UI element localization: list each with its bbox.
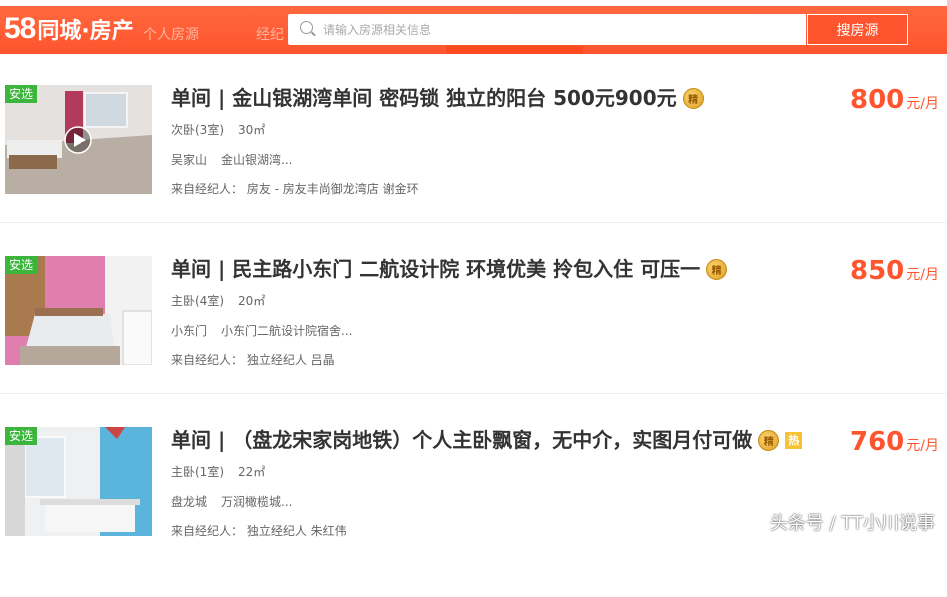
listing-title-row: 单间 | （盘龙宋家岗地铁）个人主卧飘窗，无中介，实图月付可做 精 热 <box>171 427 803 453</box>
search-icon <box>300 21 313 34</box>
community-link[interactable]: 小东门二航设计院宿舍... <box>221 324 352 338</box>
source-watermark: 头条号 / TT小川说事 <box>769 513 935 534</box>
listing-room-info: 主卧(4室) 20㎡ <box>171 292 265 309</box>
premium-medal-icon: 精 <box>706 258 728 280</box>
price-unit: 元/月 <box>906 96 939 112</box>
active-tab-indicator <box>446 46 583 54</box>
district-link[interactable]: 小东门 <box>171 324 207 338</box>
room-type: 次卧(3室) <box>171 123 224 137</box>
listing-divider <box>0 222 947 223</box>
listing-location: 吴家山 金山银湖湾... <box>171 151 292 168</box>
room-type: 主卧(1室) <box>171 465 224 479</box>
price-unit: 元/月 <box>906 438 939 454</box>
logo-text: 同城·房产 <box>37 19 134 44</box>
listing-title-row: 单间 | 民主路小东门 二航设计院 环境优美 拎包入住 可压一 精 <box>171 256 728 282</box>
listing-title[interactable]: 单间 | 金山银湖湾单间 密码锁 独立的阳台 500元900元 <box>171 85 677 111</box>
premium-medal-icon: 精 <box>682 87 704 109</box>
search-button[interactable]: 搜房源 <box>807 14 908 45</box>
listing-divider <box>0 393 947 394</box>
community-link[interactable]: 万润橄榄城... <box>221 495 292 509</box>
nav-personal-listings[interactable]: 个人房源 <box>143 24 199 44</box>
price-unit: 元/月 <box>906 267 939 283</box>
listing-item[interactable]: 安选 单间 | 金山银湖湾单间 密码锁 独立的阳台 500元900元 精 次卧(… <box>0 85 947 255</box>
premium-medal-icon: 精 <box>758 429 780 451</box>
price-value: 800 <box>850 85 905 115</box>
verified-badge: 安选 <box>5 256 38 274</box>
site-logo[interactable]: 58 同城·房产 <box>4 12 134 48</box>
district-link[interactable]: 吴家山 <box>171 153 207 167</box>
listing-location: 小东门 小东门二航设计院宿舍... <box>171 322 352 339</box>
price-value: 850 <box>850 256 905 286</box>
search-input[interactable] <box>323 14 793 45</box>
listing-agent: 来自经纪人： 房友 - 房友丰尚御龙湾店 谢金环 <box>171 182 419 196</box>
room-area: 20㎡ <box>238 294 266 308</box>
logo-number: 58 <box>4 12 36 45</box>
room-area: 30㎡ <box>238 123 266 137</box>
room-area: 22㎡ <box>238 465 266 479</box>
listing-agent: 来自经纪人： 独立经纪人 吕晶 <box>171 353 335 367</box>
listing-title[interactable]: 单间 | 民主路小东门 二航设计院 环境优美 拎包入住 可压一 <box>171 256 700 282</box>
hot-badge-icon: 热 <box>785 431 803 449</box>
listing-price: 800 元/月 <box>850 85 939 115</box>
site-header: 58 同城·房产 个人房源 经纪 搜房源 <box>0 0 947 54</box>
listing-price: 850 元/月 <box>850 256 939 286</box>
nav-agents[interactable]: 经纪 <box>256 24 284 44</box>
price-value: 760 <box>850 427 905 457</box>
listing-item[interactable]: 安选 单间 | 民主路小东门 二航设计院 环境优美 拎包入住 可压一 精 主卧(… <box>0 256 947 426</box>
listing-title[interactable]: 单间 | （盘龙宋家岗地铁）个人主卧飘窗，无中介，实图月付可做 <box>171 427 752 453</box>
listing-price: 760 元/月 <box>850 427 939 457</box>
listing-room-info: 次卧(3室) 30㎡ <box>171 121 265 138</box>
header-top-strip <box>0 0 947 6</box>
verified-badge: 安选 <box>5 427 38 445</box>
verified-badge: 安选 <box>5 85 38 103</box>
listing-title-row: 单间 | 金山银湖湾单间 密码锁 独立的阳台 500元900元 精 <box>171 85 704 111</box>
listing-location: 盘龙城 万润橄榄城... <box>171 493 292 510</box>
listing-room-info: 主卧(1室) 22㎡ <box>171 463 265 480</box>
listing-agent: 来自经纪人： 独立经纪人 朱红伟 <box>171 524 347 538</box>
district-link[interactable]: 盘龙城 <box>171 495 207 509</box>
search-box <box>288 14 806 45</box>
room-type: 主卧(4室) <box>171 294 224 308</box>
community-link[interactable]: 金山银湖湾... <box>221 153 292 167</box>
